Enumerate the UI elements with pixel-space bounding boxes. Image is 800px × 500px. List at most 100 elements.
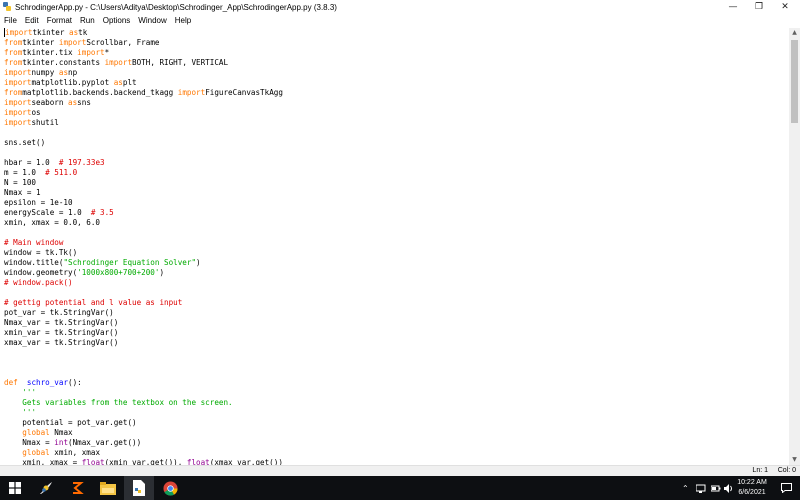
code-token: def — [4, 378, 18, 387]
code-line[interactable]: energyScale = 1.0 # 3.5 — [4, 208, 283, 218]
python-feather-icon[interactable] — [31, 476, 61, 500]
code-token: N = 100 — [4, 178, 37, 187]
code-line[interactable]: Nmax = 1 — [4, 188, 283, 198]
code-token: as — [69, 28, 79, 37]
code-line[interactable]: # window.pack() — [4, 278, 283, 288]
code-line[interactable] — [4, 288, 283, 298]
menu-file[interactable]: File — [0, 16, 21, 25]
code-line[interactable] — [4, 148, 283, 158]
code-token: import — [4, 68, 32, 77]
code-token: import — [4, 78, 32, 87]
code-line[interactable]: importmatplotlib.pyplot asplt — [4, 78, 283, 88]
code-line[interactable]: m = 1.0 # 511.0 — [4, 168, 283, 178]
idle-editor-icon[interactable] — [124, 476, 154, 500]
status-column: Col: 0 — [777, 467, 796, 474]
code-token: import — [4, 108, 32, 117]
vertical-scrollbar[interactable]: ▲ ▼ — [789, 28, 800, 465]
menu-help[interactable]: Help — [171, 16, 195, 25]
code-line[interactable]: xmin, xmax = float(xmin_var.get()), floa… — [4, 458, 283, 465]
code-token: schro_var — [26, 378, 69, 387]
code-line[interactable]: # Main window — [4, 238, 283, 248]
tray-chevron-up-icon[interactable]: ⌃ — [682, 476, 689, 500]
code-line[interactable]: pot_var = tk.StringVar() — [4, 308, 283, 318]
code-line[interactable]: fromtkinter importScrollbar, Frame — [4, 38, 283, 48]
minimize-button[interactable]: — — [720, 0, 746, 14]
code-line[interactable]: ''' — [4, 388, 283, 398]
code-token: # gettig potential and l value as input — [4, 298, 183, 307]
network-icon[interactable] — [696, 476, 706, 500]
code-line[interactable]: # gettig potential and l value as input — [4, 298, 283, 308]
code-line[interactable]: N = 100 — [4, 178, 283, 188]
scroll-up-arrow-icon[interactable]: ▲ — [789, 28, 800, 38]
code-line[interactable] — [4, 358, 283, 368]
code-line[interactable]: epsilon = 1e-10 — [4, 198, 283, 208]
code-line[interactable]: xmin, xmax = 0.0, 6.0 — [4, 218, 283, 228]
notification-icon[interactable] — [781, 476, 792, 500]
code-line[interactable]: Nmax = int(Nmax_var.get()) — [4, 438, 283, 448]
chrome-icon[interactable] — [155, 476, 185, 500]
python-app-icon — [2, 2, 12, 12]
code-line[interactable]: window.title("Schrodinger Equation Solve… — [4, 258, 283, 268]
taskbar-clock[interactable]: 10:22 AM 6/6/2021 — [728, 478, 776, 498]
code-token: plt — [122, 78, 137, 87]
code-line[interactable]: importseaborn assns — [4, 98, 283, 108]
code-line[interactable] — [4, 348, 283, 358]
code-line[interactable]: hbar = 1.0 # 197.33e3 — [4, 158, 283, 168]
code-line[interactable]: global xmin, xmax — [4, 448, 283, 458]
code-line[interactable]: fromtkinter.constants importBOTH, RIGHT,… — [4, 58, 283, 68]
code-line[interactable]: window = tk.Tk() — [4, 248, 283, 258]
code-token: energyScale = 1.0 — [4, 208, 91, 217]
menu-format[interactable]: Format — [43, 16, 76, 25]
code-line[interactable] — [4, 228, 283, 238]
code-line[interactable] — [4, 368, 283, 378]
code-line[interactable]: xmax_var = tk.StringVar() — [4, 338, 283, 348]
status-line: Ln: 1 — [752, 467, 768, 474]
code-token: ''' — [22, 388, 37, 397]
start-windows-icon[interactable] — [0, 476, 30, 500]
code-line[interactable]: Nmax_var = tk.StringVar() — [4, 318, 283, 328]
code-token: from — [4, 88, 23, 97]
scroll-down-arrow-icon[interactable]: ▼ — [789, 455, 800, 465]
code-line[interactable]: importos — [4, 108, 283, 118]
code-line[interactable]: ''' — [4, 408, 283, 418]
code-editor[interactable]: importtkinter astk fromtkinter importScro… — [0, 28, 789, 465]
code-line[interactable]: importshutil — [4, 118, 283, 128]
code-line[interactable]: global Nmax — [4, 428, 283, 438]
code-line[interactable]: importtkinter astk — [4, 28, 283, 38]
restore-button[interactable]: ❐ — [746, 0, 772, 14]
title-bar[interactable]: SchrodingerApp.py - C:\Users\Aditya\Desk… — [0, 0, 800, 14]
task-view-icon[interactable] — [62, 476, 92, 500]
code-token: BOTH, RIGHT, VERTICAL — [132, 58, 229, 67]
code-line[interactable] — [4, 128, 283, 138]
code-line[interactable]: fromtkinter.tix import* — [4, 48, 283, 58]
code-token: numpy — [31, 68, 59, 77]
code-token: from — [4, 58, 23, 67]
menu-run[interactable]: Run — [76, 16, 99, 25]
code-line[interactable]: window.geometry('1000x800+700+200') — [4, 268, 283, 278]
scrollbar-thumb[interactable] — [791, 40, 798, 123]
menu-edit[interactable]: Edit — [21, 16, 43, 25]
code-line[interactable]: sns.set() — [4, 138, 283, 148]
code-line[interactable]: Gets variables from the textbox on the s… — [4, 398, 283, 408]
menu-options[interactable]: Options — [99, 16, 135, 25]
battery-icon[interactable] — [711, 476, 721, 500]
code-token: import — [77, 48, 105, 57]
code-text[interactable]: importtkinter astk fromtkinter importScro… — [4, 28, 283, 465]
code-token: os — [31, 108, 41, 117]
code-token: global — [22, 448, 50, 457]
code-token: pot_var = tk.StringVar() — [4, 308, 114, 317]
restore-icon: ❐ — [754, 2, 764, 12]
code-line[interactable]: potential = pot_var.get() — [4, 418, 283, 428]
code-line[interactable]: importnumpy asnp — [4, 68, 283, 78]
code-token: Nmax = 1 — [4, 188, 41, 197]
code-line[interactable]: frommatplotlib.backends.backend_tkagg im… — [4, 88, 283, 98]
code-token: import — [4, 118, 32, 127]
code-token: (Nmax_var.get()) — [68, 438, 142, 447]
code-line[interactable]: def schro_var(): — [4, 378, 283, 388]
close-button[interactable]: ✕ — [772, 0, 798, 14]
code-token: # 511.0 — [45, 168, 78, 177]
code-line[interactable]: xmin_var = tk.StringVar() — [4, 328, 283, 338]
file-explorer-icon[interactable] — [93, 476, 123, 500]
menu-window[interactable]: Window — [134, 16, 170, 25]
